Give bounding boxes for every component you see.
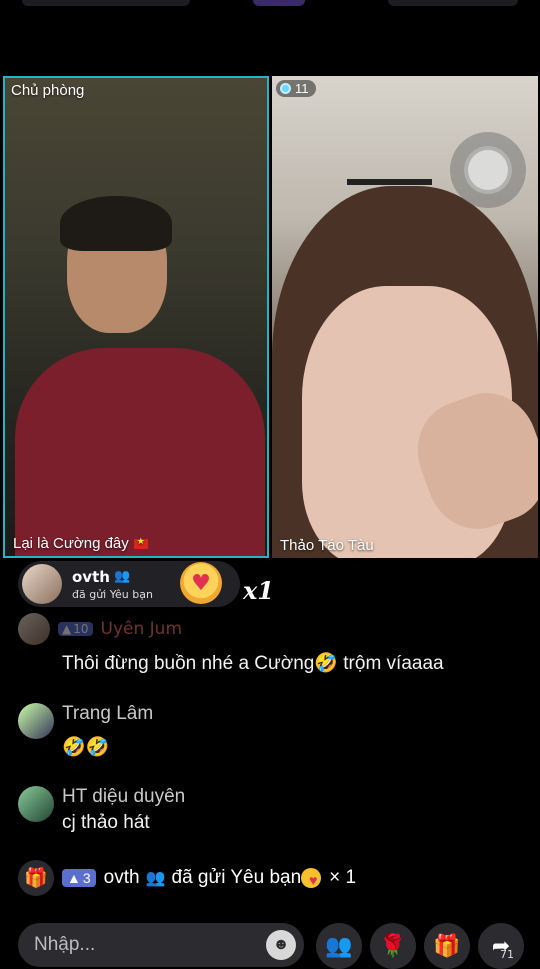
level-number: 3 (82, 870, 91, 886)
friends-icon: 👥 (145, 870, 166, 887)
guest-name-text: Thảo Táo Tàu (280, 537, 374, 554)
top-tab-left[interactable] (22, 0, 190, 6)
level-badge: ▲ 10 (58, 622, 93, 636)
level-badge: ▲ 3 (62, 869, 96, 887)
gift-action-text: đã gửi Yêu bạn (171, 867, 302, 888)
avatar (22, 564, 62, 604)
host-video-hair (60, 196, 172, 251)
viewer-dot-icon (280, 83, 291, 94)
friends-icon: 👥 (113, 569, 131, 584)
floating-assistive-button[interactable] (450, 132, 526, 208)
emoji-icon[interactable]: ☻ (266, 930, 296, 960)
faded-chat-row: ▲ 10 Uyên Jum (18, 613, 183, 645)
top-tab-right[interactable] (388, 0, 518, 6)
chat-input-placeholder: Nhập... (34, 934, 96, 955)
chat-message-text: cj thảo hát (62, 812, 150, 833)
guest-name-label[interactable]: Thảo Táo Tàu (280, 537, 374, 554)
faded-user-name: Uyên Jum (100, 619, 183, 639)
vietnam-flag-icon (133, 536, 148, 549)
level-triangle-icon: ▲ (67, 870, 81, 886)
chat-message-text: 🤣🤣 (62, 737, 110, 758)
chat-user-name[interactable]: HT diệu duyên (62, 786, 185, 808)
host-role-label: Chủ phòng (11, 82, 85, 99)
people-icon: 👥 (325, 933, 353, 959)
love-you-heart-icon (301, 868, 322, 888)
avatar (18, 613, 50, 645)
chat-user-name[interactable]: Trang Lâm (62, 703, 153, 725)
avatar[interactable] (18, 703, 54, 739)
guest-video-tile[interactable]: 11 Thảo Táo Tàu (272, 76, 538, 558)
toast-subtitle: đã gửi Yêu bạn (72, 587, 153, 601)
gift-user-name[interactable]: ovth (104, 867, 140, 889)
host-name-text: Lại là Cường đây (13, 535, 129, 552)
avatar[interactable] (18, 786, 54, 822)
host-video-tile[interactable]: Chủ phòng Lại là Cường đây (3, 76, 269, 558)
level-triangle-icon: ▲ (62, 622, 72, 636)
toast-user-name: ovth (72, 567, 110, 586)
viewer-count-badge[interactable]: 11 (276, 80, 316, 97)
love-you-heart-icon: ♥ (180, 562, 222, 604)
gift-count: x1 (243, 576, 275, 605)
gift-button[interactable]: 🎁 (424, 923, 470, 969)
rose-gift-button[interactable]: 🌹 (370, 923, 416, 969)
wall-shelf (347, 179, 432, 185)
top-tab-active[interactable] (253, 0, 305, 6)
viewer-count: 11 (295, 81, 309, 96)
level-number: 10 (73, 622, 89, 636)
gift-chat-line: 🎁 ▲ 3 ovth 👥 đã gửi Yêu bạn × 1 (18, 860, 356, 896)
assistive-touch-icon (464, 146, 512, 194)
gift-box-icon: 🎁 (18, 860, 54, 896)
host-video-figure (15, 348, 265, 556)
gift-icon: 🎁 (433, 933, 461, 959)
host-name-label[interactable]: Lại là Cường đây (13, 535, 148, 552)
gift-line-count: × 1 (329, 867, 357, 888)
share-count: 71 (500, 948, 514, 961)
rose-icon: 🌹 (379, 933, 407, 959)
chat-message-text: Thôi đừng buồn nhé a Cường🤣 trộm víaaaa (62, 653, 444, 674)
share-button[interactable]: ➦ (478, 923, 524, 969)
invite-guest-button[interactable]: 👥 (316, 923, 362, 969)
chat-input[interactable]: Nhập... ☻ (18, 923, 304, 967)
